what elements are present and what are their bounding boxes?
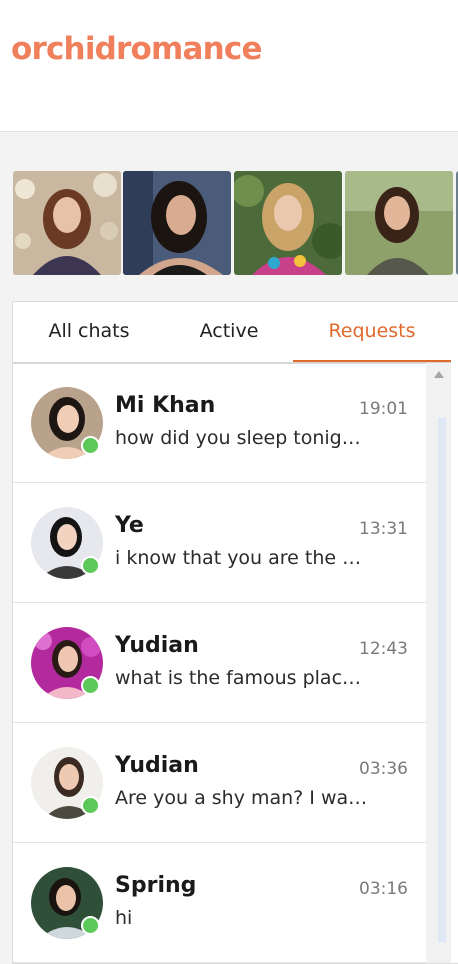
chat-time: 03:36 <box>359 759 408 779</box>
featured-photo[interactable] <box>13 171 121 275</box>
chat-name: Mi Khan <box>115 393 216 418</box>
featured-photos-strip <box>13 171 458 275</box>
online-status-dot <box>81 916 100 935</box>
online-status-dot <box>81 556 100 575</box>
featured-photo[interactable] <box>345 171 453 275</box>
featured-photo[interactable] <box>123 171 231 275</box>
chat-name: Yudian <box>115 753 199 778</box>
chat-row[interactable]: Spring 03:16 hi <box>13 843 426 963</box>
chat-name: Yudian <box>115 633 199 658</box>
chat-name: Ye <box>115 513 144 538</box>
chat-tabs: All chats Active Requests <box>13 302 451 364</box>
online-status-dot <box>81 436 100 455</box>
chat-preview: what is the famous place in your city <box>115 667 371 689</box>
app-header: orchidromance <box>0 0 458 132</box>
chat-time: 03:16 <box>359 879 408 899</box>
chat-time: 19:01 <box>359 399 408 419</box>
featured-photo[interactable] <box>234 171 342 275</box>
chat-preview: Are you a shy man? I want to know <box>115 787 371 809</box>
chat-preview: i know that you are the same <box>115 547 371 569</box>
chat-row[interactable]: Yudian 03:36 Are you a shy man? I want t… <box>13 723 426 843</box>
chat-row[interactable]: Ye 13:31 i know that you are the same <box>13 483 426 603</box>
online-status-dot <box>81 796 100 815</box>
scroll-up-arrow-icon[interactable] <box>434 371 444 378</box>
chat-panel: All chats Active Requests Mi Khan 19:01 … <box>12 301 458 964</box>
tab-requests[interactable]: Requests <box>293 302 451 362</box>
chat-preview: hi <box>115 907 133 929</box>
chat-time: 12:43 <box>359 639 408 659</box>
chat-list: Mi Khan 19:01 how did you sleep tonight?… <box>13 363 426 963</box>
brand-logo[interactable]: orchidromance <box>11 31 263 67</box>
tab-all-chats[interactable]: All chats <box>13 302 165 360</box>
chat-name: Spring <box>115 873 197 898</box>
chat-preview: how did you sleep tonight? <box>115 427 371 449</box>
side-panel-edge <box>438 418 446 942</box>
online-status-dot <box>81 676 100 695</box>
tab-active[interactable]: Active <box>165 302 293 360</box>
chat-row[interactable]: Yudian 12:43 what is the famous place in… <box>13 603 426 723</box>
chat-time: 13:31 <box>359 519 408 539</box>
chat-row[interactable]: Mi Khan 19:01 how did you sleep tonight? <box>13 363 426 483</box>
